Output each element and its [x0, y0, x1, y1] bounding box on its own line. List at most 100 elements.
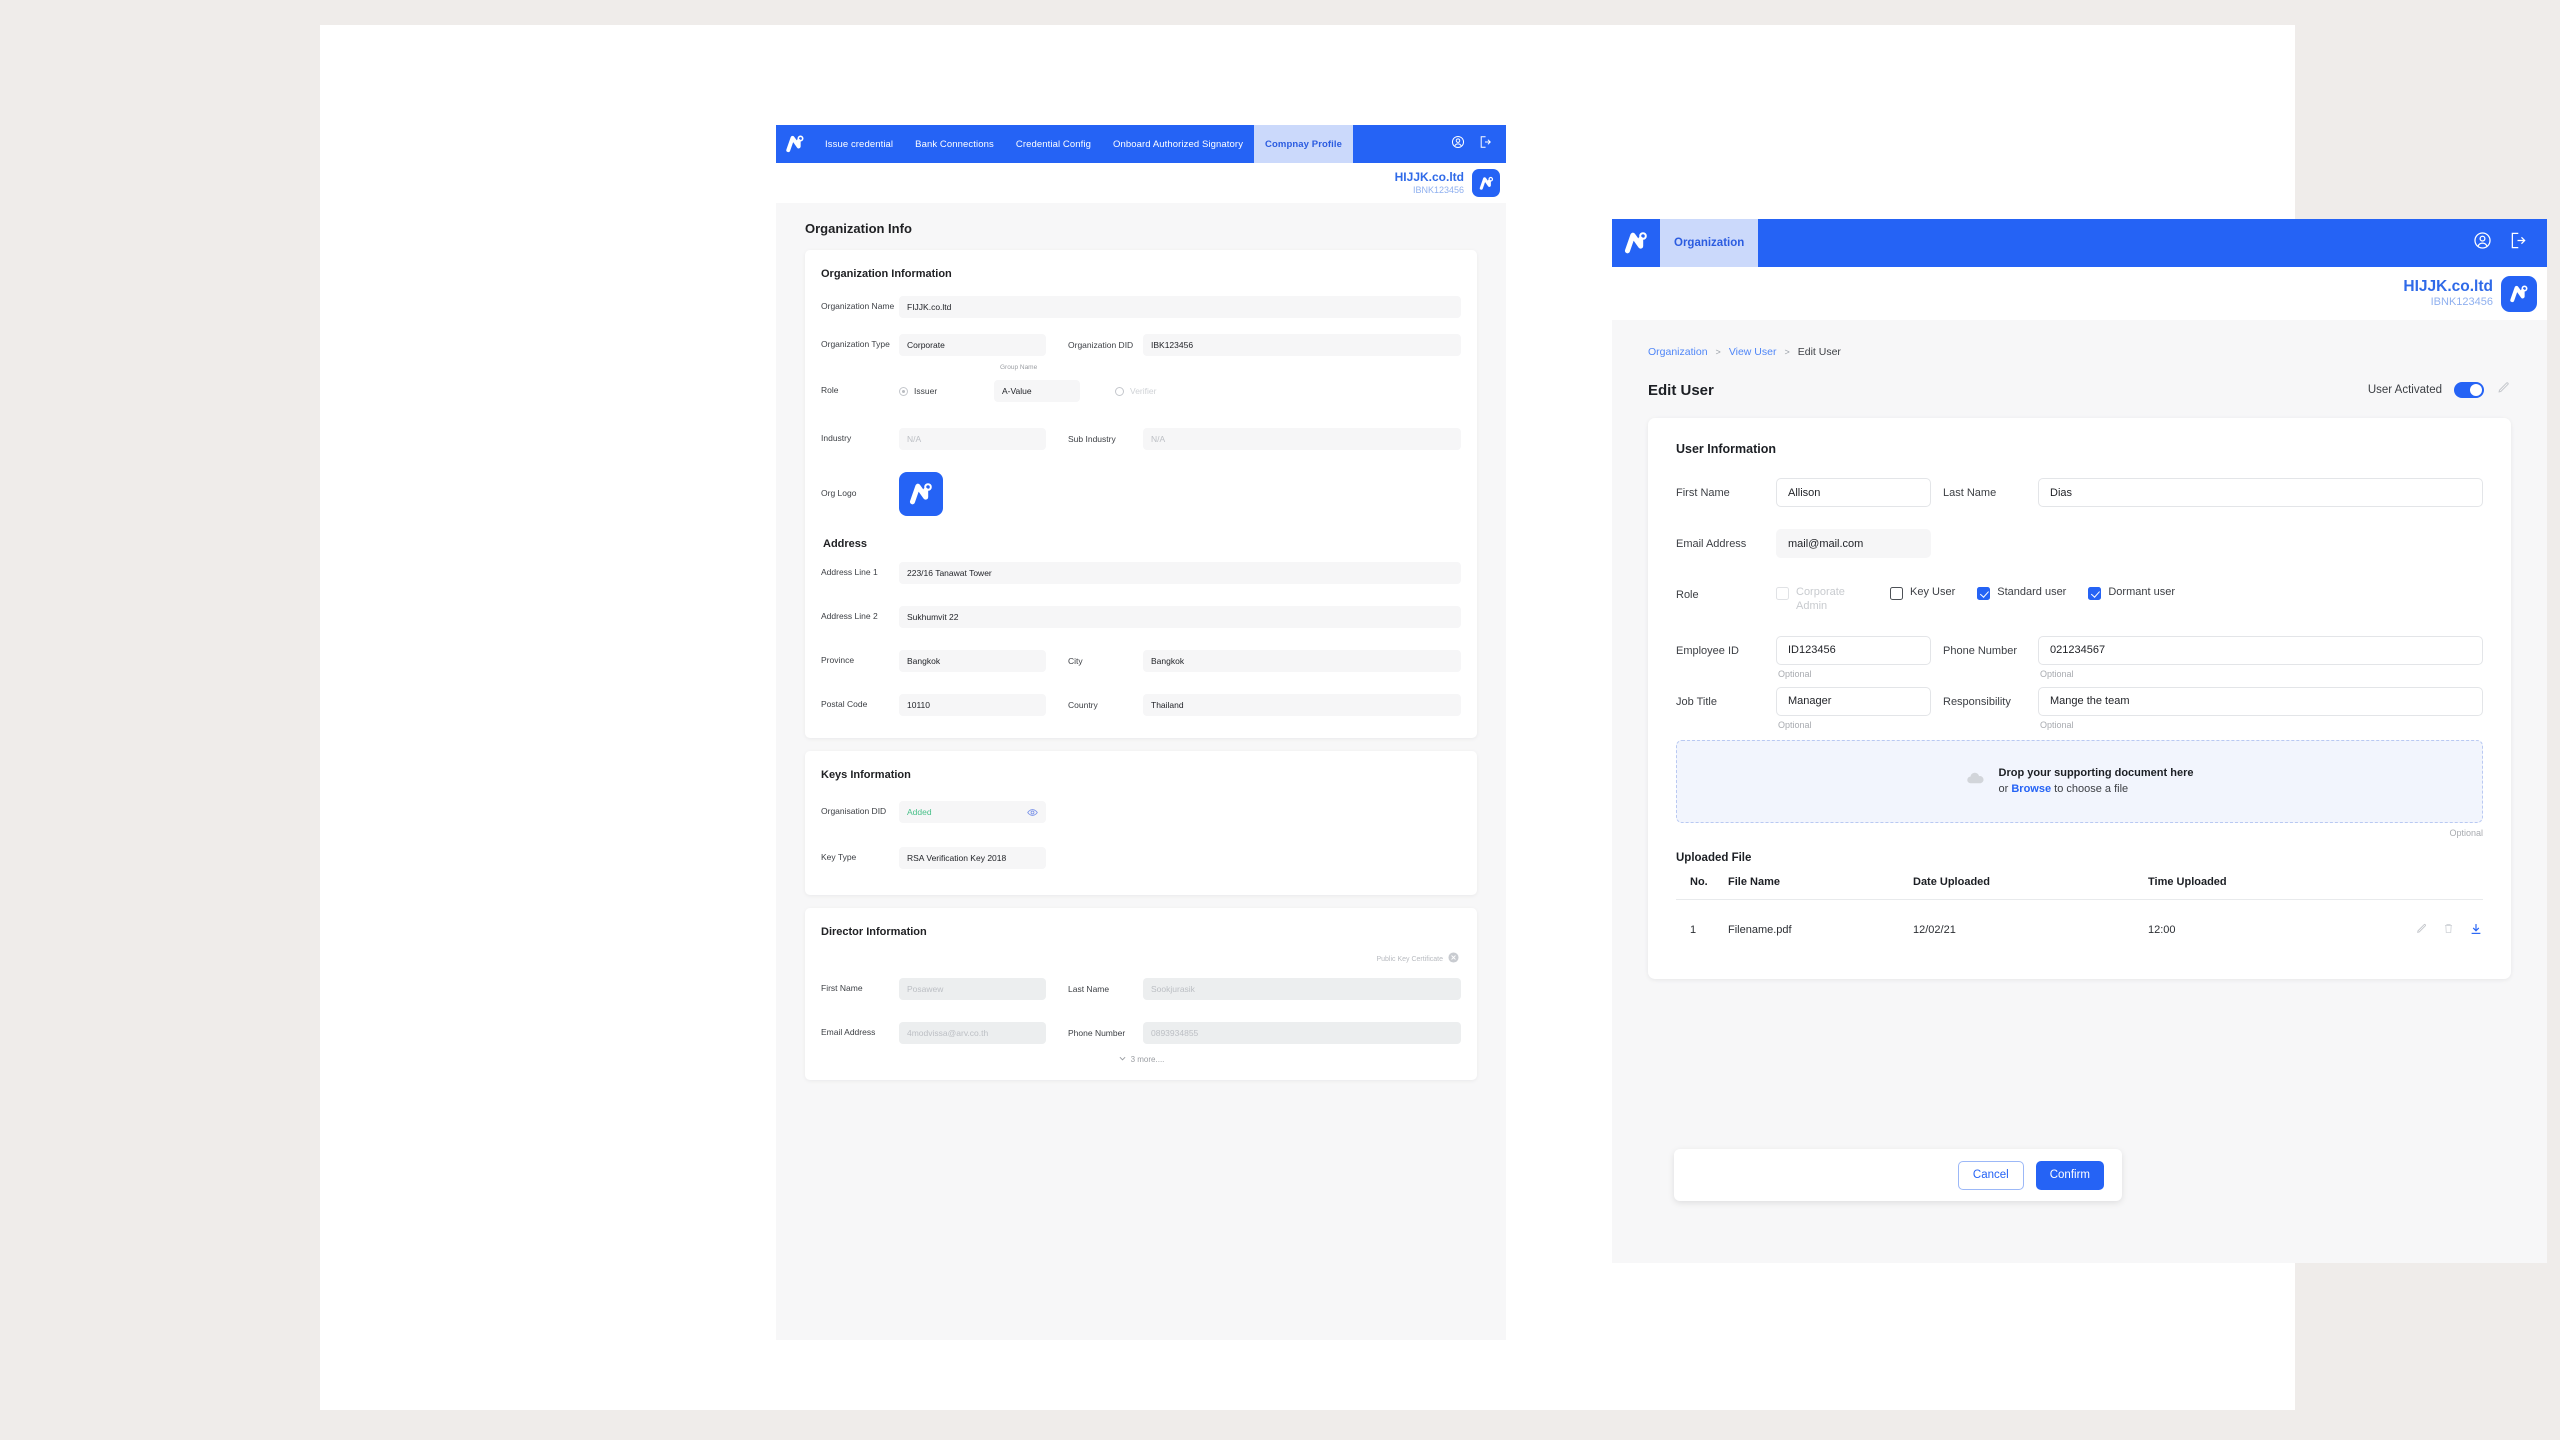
role-checkbox-key-user[interactable]: Key User — [1890, 586, 1955, 600]
nav-item-onboard-authorized-signatory[interactable]: Onboard Authorized Signatory — [1102, 125, 1254, 163]
nuclei-logo-icon — [2501, 276, 2537, 312]
pencil-icon[interactable] — [2496, 380, 2511, 400]
close-circle-icon[interactable] — [1448, 950, 1459, 968]
checkbox-icon — [1776, 587, 1789, 600]
cell-date-uploaded: 12/02/21 — [1913, 899, 2148, 951]
card-title: Organization Information — [821, 268, 1461, 280]
city-input[interactable]: Bangkok — [1143, 650, 1461, 672]
breadcrumb-edit-user: Edit User — [1798, 346, 1841, 358]
role-issuer-radio[interactable]: Issuer — [899, 386, 994, 396]
radio-icon — [1115, 387, 1124, 396]
role-verifier-radio[interactable]: Verifier — [1115, 386, 1210, 396]
nuclei-logo-icon[interactable] — [899, 472, 943, 516]
cell-time-uploaded: 12:00 — [2148, 899, 2353, 951]
postal-code-input[interactable]: 10110 — [899, 694, 1046, 716]
logout-icon[interactable] — [2508, 231, 2527, 255]
eye-icon[interactable] — [1027, 807, 1038, 818]
breadcrumb-organization[interactable]: Organization — [1648, 346, 1708, 358]
responsibility-input[interactable]: Mange the team — [2038, 687, 2483, 716]
show-more-directors-button[interactable]: 3 more.... — [821, 1050, 1461, 1068]
left-page-body: Organization Info Organization Informati… — [776, 203, 1506, 1340]
address-line-1-input[interactable]: 223/16 Tanawat Tower — [899, 562, 1461, 584]
browse-link[interactable]: Browse — [2011, 783, 2051, 795]
form-action-bar: Cancel Confirm — [1674, 1149, 2122, 1201]
key-type-input[interactable]: RSA Verification Key 2018 — [899, 847, 1046, 869]
organization-name-input[interactable]: FIJJK.co.ltd — [899, 296, 1461, 318]
dropzone-line1: Drop your supporting document here — [1999, 767, 2194, 779]
job-title-field: Manager Optional — [1776, 687, 1931, 730]
last-name-input[interactable]: Dias — [2038, 478, 2483, 507]
nav-item-company-profile[interactable]: Compnay Profile — [1254, 125, 1353, 163]
column-header-time-uploaded: Time Uploaded — [2148, 876, 2353, 900]
cancel-button[interactable]: Cancel — [1958, 1161, 2024, 1190]
director-phone-input[interactable]: 0893934855 — [1143, 1022, 1461, 1044]
public-key-certificate-label: Public Key Certificate — [1376, 956, 1443, 963]
nuclei-logo-icon[interactable] — [1612, 219, 1660, 267]
organization-type-input[interactable]: Corporate — [899, 334, 1046, 356]
user-information-card: User Information First Name Allison Last… — [1648, 418, 2511, 979]
chevron-right-icon: > — [1784, 347, 1789, 357]
column-header-file-name: File Name — [1728, 876, 1913, 900]
download-icon[interactable] — [2469, 922, 2483, 939]
dropzone-suffix: to choose a file — [2054, 783, 2128, 795]
chevron-down-icon — [1118, 1050, 1127, 1068]
table-row[interactable]: 1 Filename.pdf 12/02/21 12:00 — [1676, 899, 2483, 951]
province-input[interactable]: Bangkok — [899, 650, 1046, 672]
right-navbar: Organization — [1612, 219, 2547, 267]
breadcrumb: Organization > View User > Edit User — [1648, 346, 2511, 358]
group-name-input[interactable]: A-Value — [994, 380, 1080, 402]
field-label: First Name — [821, 983, 899, 994]
user-circle-icon[interactable] — [2473, 231, 2492, 255]
field-label: City — [1068, 656, 1143, 666]
field-director-email: Email Address 4modvissa@arv.co.th Phone … — [821, 1022, 1461, 1044]
cell-actions — [2353, 899, 2483, 951]
email-input[interactable]: mail@mail.com — [1776, 529, 1931, 558]
field-label: Address Line 1 — [821, 567, 899, 578]
logout-icon[interactable] — [1478, 135, 1492, 154]
dropzone-line2: or Browse to choose a file — [1999, 783, 2194, 795]
director-information-card: Director Information Public Key Certific… — [805, 908, 1477, 1080]
nav-item-credential-config[interactable]: Credential Config — [1005, 125, 1102, 163]
trash-icon[interactable] — [2442, 922, 2455, 938]
pencil-icon[interactable] — [2415, 922, 2428, 938]
sub-industry-input[interactable]: N/A — [1143, 428, 1461, 450]
field-postal-code: Postal Code 10110 Country Thailand — [821, 694, 1461, 716]
field-province: Province Bangkok City Bangkok — [821, 650, 1461, 672]
uploaded-files-table: No. File Name Date Uploaded Time Uploade… — [1676, 876, 2483, 951]
dropzone-text: Drop your supporting document here or Br… — [1999, 767, 2194, 795]
role-checkbox-dormant-user[interactable]: Dormant user — [2088, 586, 2175, 600]
nav-item-organization[interactable]: Organization — [1660, 219, 1758, 267]
checkbox-icon — [1890, 587, 1903, 600]
role-checkbox-corporate-admin[interactable]: Corporate Admin — [1776, 586, 1868, 614]
field-label: Phone Number — [1943, 636, 2038, 657]
organization-did-input[interactable]: IBK123456 — [1143, 334, 1461, 356]
employee-id-input[interactable]: ID123456 — [1776, 636, 1931, 665]
breadcrumb-view-user[interactable]: View User — [1729, 346, 1777, 358]
director-email-input[interactable]: 4modvissa@arv.co.th — [899, 1022, 1046, 1044]
user-activated-toggle[interactable] — [2454, 382, 2484, 398]
field-label: Organization Type — [821, 339, 899, 350]
role-checkbox-standard-user[interactable]: Standard user — [1977, 586, 2066, 600]
director-first-name-input[interactable]: Posawew — [899, 978, 1046, 1000]
role-verifier-label: Verifier — [1130, 386, 1156, 396]
nav-item-bank-connections[interactable]: Bank Connections — [904, 125, 1005, 163]
dropzone-optional-hint: Optional — [1676, 828, 2483, 838]
address-line-2-input[interactable]: Sukhumvit 22 — [899, 606, 1461, 628]
confirm-button[interactable]: Confirm — [2036, 1161, 2104, 1190]
responsibility-field: Mange the team Optional — [2038, 687, 2483, 730]
keys-information-card: Keys Information Organisation DID Added — [805, 751, 1477, 895]
nuclei-logo-icon[interactable] — [776, 125, 814, 163]
industry-input[interactable]: N/A — [899, 428, 1046, 450]
organisation-did-value[interactable]: Added — [899, 801, 1046, 823]
field-employee-id: Employee ID ID123456 Optional Phone Numb… — [1676, 636, 2483, 679]
first-name-input[interactable]: Allison — [1776, 478, 1931, 507]
user-circle-icon[interactable] — [1451, 135, 1465, 154]
job-title-input[interactable]: Manager — [1776, 687, 1931, 716]
left-nav-icons — [1451, 135, 1506, 154]
country-input[interactable]: Thailand — [1143, 694, 1461, 716]
nav-item-issue-credential[interactable]: Issue credential — [814, 125, 904, 163]
toggle-knob — [2470, 384, 2482, 396]
file-dropzone[interactable]: Drop your supporting document here or Br… — [1676, 740, 2483, 823]
phone-number-input[interactable]: 021234567 — [2038, 636, 2483, 665]
director-last-name-input[interactable]: Sookjurasik — [1143, 978, 1461, 1000]
